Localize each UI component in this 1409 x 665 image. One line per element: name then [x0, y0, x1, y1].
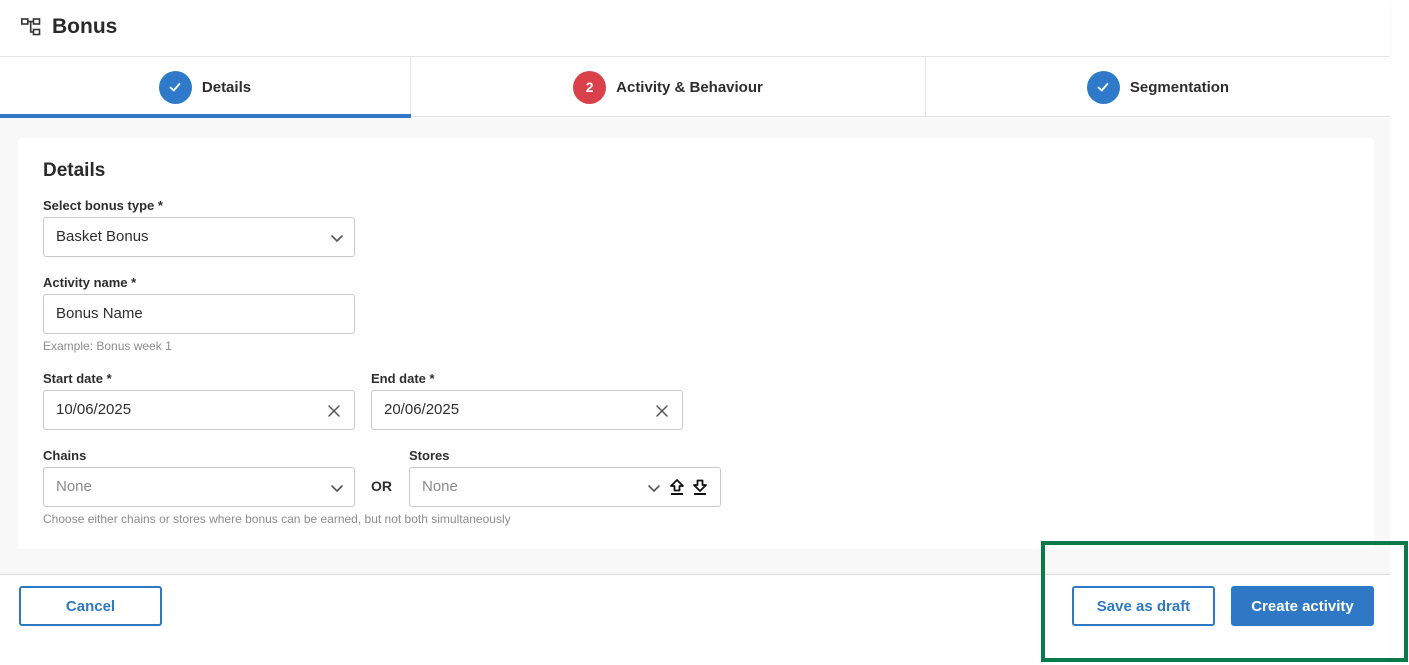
- step-label: Details: [201, 78, 252, 96]
- activity-name-input[interactable]: Bonus Name: [43, 294, 355, 334]
- activity-name-placeholder: Bonus Name: [56, 305, 143, 322]
- app-window: Bonus Details 2 Activity & Behaviour Seg…: [0, 0, 1390, 665]
- activity-name-hint: Example: Bonus week 1: [43, 339, 172, 353]
- start-date-input[interactable]: 10/06/2025: [43, 390, 355, 430]
- create-activity-button[interactable]: Create activity: [1231, 586, 1374, 626]
- upload-icon[interactable]: [668, 478, 686, 496]
- cancel-button[interactable]: Cancel: [19, 586, 162, 626]
- step-details[interactable]: Details: [0, 57, 411, 118]
- end-date-label: End date *: [371, 371, 435, 386]
- step-label: Activity & Behaviour: [616, 78, 763, 96]
- bonus-type-select[interactable]: Basket Bonus: [43, 217, 355, 257]
- chains-value: None: [56, 478, 92, 495]
- checkmark-icon: [169, 82, 181, 92]
- or-separator: OR: [371, 478, 392, 494]
- chevron-down-icon: [331, 235, 343, 242]
- step-segmentation[interactable]: Segmentation: [926, 57, 1390, 117]
- start-date-value: 10/06/2025: [56, 401, 132, 418]
- chains-select[interactable]: None: [43, 467, 355, 507]
- step-check-badge: [158, 70, 192, 104]
- end-date-value: 20/06/2025: [384, 401, 460, 418]
- chevron-down-icon: [648, 485, 660, 492]
- clear-icon[interactable]: [326, 403, 342, 419]
- activity-name-label: Activity name *: [43, 275, 137, 290]
- bonus-type-label: Select bonus type *: [43, 198, 163, 213]
- page-header: Bonus: [0, 0, 1390, 57]
- bonus-type-value: Basket Bonus: [56, 228, 149, 245]
- stores-value: None: [422, 478, 458, 495]
- checkmark-icon: [1098, 82, 1109, 92]
- section-title: Details: [43, 160, 106, 181]
- step-check-badge: [1086, 70, 1120, 104]
- location-hint: Choose either chains or stores where bon…: [43, 512, 511, 526]
- chevron-down-icon: [331, 485, 343, 492]
- step-activity-behaviour[interactable]: 2 Activity & Behaviour: [411, 57, 926, 117]
- page-title: Bonus: [52, 15, 118, 38]
- clear-icon[interactable]: [654, 403, 670, 419]
- hierarchy-icon: [21, 18, 41, 36]
- download-icon[interactable]: [691, 478, 709, 496]
- end-date-input[interactable]: 20/06/2025: [371, 390, 683, 430]
- stores-label: Stores: [409, 448, 450, 463]
- step-label: Segmentation: [1129, 78, 1230, 96]
- chains-label: Chains: [43, 448, 87, 463]
- stepper: Details 2 Activity & Behaviour Segmentat…: [0, 57, 1390, 118]
- step-error-badge: 2: [573, 70, 607, 104]
- start-date-label: Start date *: [43, 371, 112, 386]
- save-draft-button[interactable]: Save as draft: [1072, 586, 1215, 626]
- stores-select[interactable]: None: [409, 467, 721, 507]
